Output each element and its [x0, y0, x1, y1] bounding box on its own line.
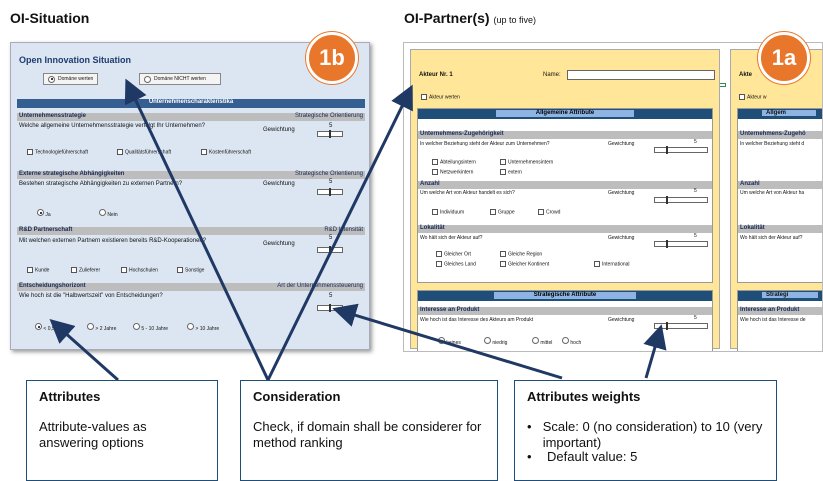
- arrow-weight-left: [332, 303, 563, 380]
- bullet-text: Default value: 5: [547, 449, 638, 464]
- arrow-consideration-right: [266, 84, 413, 381]
- callout-title: Attributes: [39, 389, 101, 404]
- bullet-text: Scale: 0 (no consideration) to 10 (very …: [542, 419, 763, 450]
- arrow-attributes: [49, 319, 119, 382]
- bullet-item-2: • Default value: 5: [527, 449, 764, 465]
- arrow-consideration-left: [124, 78, 270, 381]
- callout-attributes: Attributes Attribute-values as answering…: [26, 380, 218, 481]
- callout-title: Attributes weights: [527, 389, 641, 404]
- callout-weights: Attributes weights • Scale: 0 (no conside…: [514, 380, 777, 481]
- callout-text: Attribute-values as answering options: [39, 419, 147, 450]
- bullet-icon: •: [527, 449, 532, 464]
- callout-consideration: Consideration Check, if domain shall be …: [240, 380, 498, 481]
- callout-title: Consideration: [253, 389, 341, 404]
- bullet-item-1: • Scale: 0 (no consideration) to 10 (very…: [527, 419, 764, 451]
- callout-text: Check, if domain shall be considerer for…: [253, 419, 482, 450]
- arrow-weight-right: [643, 324, 667, 379]
- bullet-icon: •: [527, 419, 532, 434]
